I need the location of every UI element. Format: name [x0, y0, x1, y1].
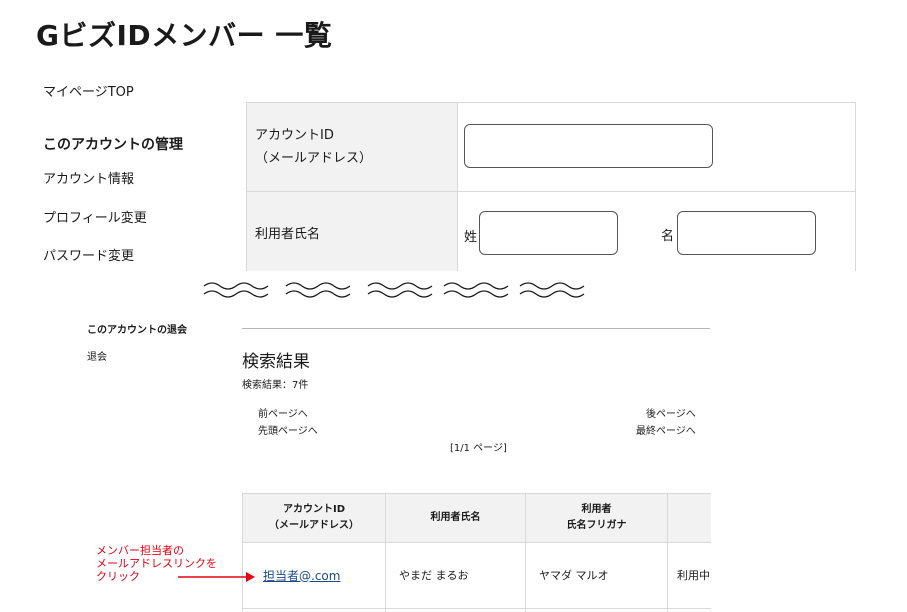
pager-first-link[interactable]: 先頭ページへ [258, 422, 318, 437]
account-id-input[interactable] [464, 124, 713, 168]
account-id-label-line2: （メールアドレス） [255, 151, 373, 166]
table-row-divider [243, 608, 711, 609]
first-name-input[interactable] [677, 211, 816, 255]
page-title: GビズIDメンバー 一覧 [36, 19, 333, 52]
column-header-furigana: 利用者 氏名フリガナ [566, 504, 627, 531]
table-row-status-cell: 利用中 [677, 569, 710, 582]
wavy-break-icon [203, 282, 585, 298]
sidebar-section-withdraw: このアカウントの退会 [87, 325, 187, 336]
pager-next-link[interactable]: 後ページへ [646, 405, 696, 420]
sidebar-section-account-management: このアカウントの管理 [43, 137, 183, 153]
results-title: 検索結果 [242, 352, 310, 372]
pager-prev-link[interactable]: 前ページへ [258, 405, 308, 420]
column-header-status [668, 494, 711, 542]
pager-page-info: [1/1 ページ] [450, 443, 507, 454]
first-name-label: 名 [661, 229, 675, 244]
sidebar-item-account-info[interactable]: アカウント情報 [43, 168, 134, 187]
results-table: アカウントID （メールアドレス） 利用者氏名 利用者 氏名フリガナ 担当者@.… [242, 493, 711, 612]
search-form-table: アカウントID （メールアドレス） 利用者氏名 姓 名 [246, 102, 856, 271]
table-row-name-cell: やまだ まるお [399, 569, 469, 582]
last-name-label: 姓 [464, 230, 478, 245]
form-row-divider [247, 191, 855, 192]
section-divider [242, 328, 710, 329]
table-row-email-cell: 担当者@.com [263, 542, 340, 608]
red-arrow-icon [178, 572, 255, 582]
last-name-input[interactable] [479, 211, 618, 255]
table-row-furigana-cell: ヤマダ マルオ [539, 569, 609, 582]
account-id-label-line1: アカウントID [255, 128, 334, 143]
sidebar-item-password-change[interactable]: パスワード変更 [43, 245, 134, 264]
column-header-user-name: 利用者氏名 [430, 512, 481, 523]
results-count: 検索結果：7件 [242, 380, 309, 391]
sidebar-item-mypage-top[interactable]: マイページTOP [43, 81, 134, 100]
sidebar-item-profile-edit[interactable]: プロフィール変更 [43, 207, 147, 226]
account-id-label: アカウントID （メールアドレス） [255, 124, 372, 170]
pager-last-link[interactable]: 最終ページへ [636, 422, 696, 437]
column-header-account-id: アカウントID （メールアドレス） [269, 504, 359, 531]
user-name-label: 利用者氏名 [255, 227, 321, 242]
sidebar-item-withdraw[interactable]: 退会 [87, 348, 107, 363]
member-email-link[interactable]: 担当者@.com [263, 567, 340, 584]
